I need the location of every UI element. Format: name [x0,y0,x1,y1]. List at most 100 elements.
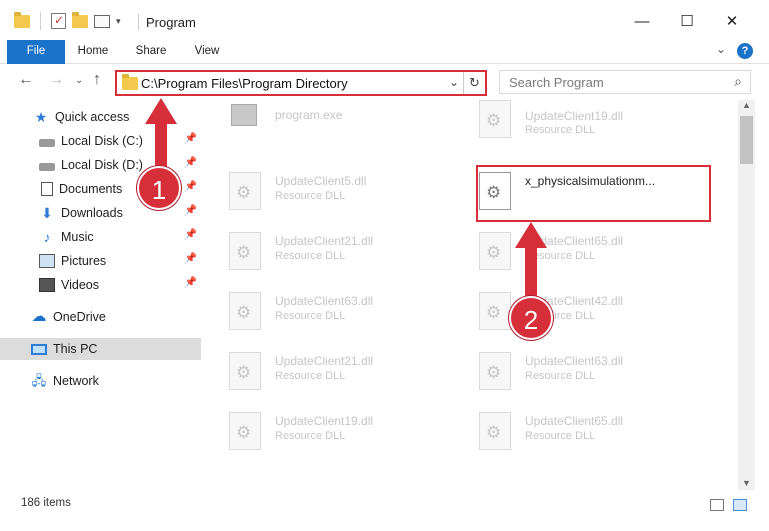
new-folder-icon[interactable] [72,11,88,28]
file-type: Resource DLL [275,430,346,442]
tab-home[interactable]: Home [72,40,114,64]
pin-icon[interactable]: 📌 [185,277,197,288]
file-highlight-box [476,165,711,222]
sidebar-item-label: Pictures [61,254,107,268]
address-bar[interactable]: C:\Program Files\Program Directory ⌄ ↻ [115,70,487,96]
sidebar-item-label: Local Disk (C:) [61,134,143,148]
file-name: UpdateClient19.dll [525,109,624,123]
refresh-icon[interactable]: ↻ [463,72,485,94]
star-icon: ★ [34,109,48,125]
callout-1-arrow [155,122,167,168]
up-arrow-icon[interactable]: ↑ [93,71,101,89]
ribbon-tabs: File Home Share View ⌄ ? [0,40,769,92]
folder-icon[interactable] [14,11,30,28]
file-item[interactable]: UpdateClient21.dll Resource DLL [203,344,443,396]
gear-file-icon [479,352,511,390]
file-name: UpdateClient63.dll [525,354,624,368]
pin-icon[interactable]: 📌 [185,229,197,240]
file-item[interactable]: UpdateClient42.dll Resource DLL [453,284,693,336]
sidebar-item-videos[interactable]: Videos 📌 [0,274,201,296]
tab-share[interactable]: Share [130,40,172,64]
maximize-button[interactable]: ☐ [672,10,702,34]
file-name: UpdateClient5.dll [275,174,367,188]
expand-ribbon-icon[interactable]: ⌄ [716,42,726,56]
search-input[interactable]: Search Program ⌕ [499,70,751,94]
help-icon[interactable]: ? [737,43,753,59]
pin-icon[interactable]: 📌 [185,205,197,216]
close-button[interactable]: ✕ [717,10,747,34]
sidebar-item-network[interactable]: 🖧 Network [0,370,201,392]
details-view-icon[interactable] [710,499,724,511]
download-icon: ⬇ [41,205,53,221]
sidebar-item-music[interactable]: ♪ Music 📌 [0,226,201,248]
sidebar-item-label: OneDrive [53,310,106,324]
file-type: Resource DLL [275,190,346,202]
sidebar-item-label: Quick access [55,110,130,124]
callout-2-arrowhead [515,222,547,248]
toolbar-divider [40,12,41,30]
folder-icon [122,74,138,90]
picture-icon [39,254,55,268]
sidebar-item-label: Videos [61,278,99,292]
gear-file-icon [479,100,511,138]
tab-view[interactable]: View [186,40,228,64]
search-placeholder: Search Program [509,75,604,90]
drive-icon [39,162,55,171]
navigation-pane: ★ Quick access Local Disk (C:) 📌 Local D… [0,100,201,490]
pin-icon[interactable]: 📌 [185,253,197,264]
gear-file-icon [229,232,261,270]
sidebar-item-this-pc[interactable]: This PC [0,338,201,360]
quick-access-toolbar: ▾ [14,11,121,30]
network-icon: 🖧 [31,373,47,388]
large-icons-view-icon[interactable] [733,499,747,511]
program-icon [231,104,257,126]
gear-file-icon [479,292,511,330]
sidebar-item-pictures[interactable]: Pictures 📌 [0,250,201,272]
pin-icon[interactable]: 📌 [185,133,197,144]
file-item[interactable]: UpdateClient19.dll Resource DLL [203,404,443,456]
video-icon [39,278,55,292]
forward-arrow-icon[interactable]: → [48,71,64,89]
customize-icon[interactable] [94,14,110,28]
vertical-scrollbar[interactable]: ▲ ▼ [738,100,755,490]
file-name: program.exe [275,108,343,122]
address-path[interactable]: C:\Program Files\Program Directory [141,76,348,91]
file-name: UpdateClient63.dll [275,294,374,308]
callout-2: 2 [509,296,553,340]
item-count: 186 items [21,497,71,509]
drive-icon [39,138,55,147]
file-item[interactable]: UpdateClient63.dll Resource DLL [203,284,443,336]
pin-icon[interactable]: 📌 [185,157,197,168]
file-type: Resource DLL [525,430,596,442]
pin-icon[interactable]: 📌 [185,181,197,192]
sidebar-item-label: Network [53,374,99,388]
gear-file-icon [229,412,261,450]
file-item[interactable]: UpdateClient63.dll Resource DLL [453,344,693,396]
scroll-down-icon[interactable]: ▼ [742,478,751,488]
navigation-bar: ← → ⌄ ↑ C:\Program Files\Program Directo… [0,64,769,98]
recent-locations-icon[interactable]: ⌄ [75,75,83,86]
back-arrow-icon[interactable]: ← [18,71,34,89]
file-type: Resource DLL [275,250,346,262]
scroll-thumb[interactable] [740,116,753,164]
chevron-down-icon[interactable]: ⌄ [449,75,459,89]
sidebar-item-local-disk-c[interactable]: Local Disk (C:) 📌 [0,130,201,152]
file-type: Resource DLL [275,370,346,382]
file-item[interactable]: UpdateClient5.dll Resource DLL [203,164,443,216]
scroll-up-icon[interactable]: ▲ [742,100,751,110]
title-divider [138,14,139,30]
chevron-down-icon[interactable]: ▾ [116,16,121,27]
gear-file-icon [229,172,261,210]
file-item[interactable]: UpdateClient19.dll Resource DLL [453,100,693,152]
file-list: program.exe UpdateClient19.dll Resource … [203,100,738,490]
file-item[interactable]: UpdateClient65.dll Resource DLL [453,404,693,456]
search-icon[interactable]: ⌕ [734,73,742,90]
file-item[interactable]: UpdateClient65.dll Resource DLL [453,224,693,276]
sidebar-item-onedrive[interactable]: ☁ OneDrive [0,306,201,328]
file-item[interactable]: UpdateClient21.dll Resource DLL [203,224,443,276]
minimize-button[interactable]: — [627,10,657,34]
music-icon: ♪ [43,229,51,245]
gear-file-icon [229,292,261,330]
properties-check-icon[interactable] [51,13,66,29]
file-item[interactable]: program.exe [203,100,443,152]
